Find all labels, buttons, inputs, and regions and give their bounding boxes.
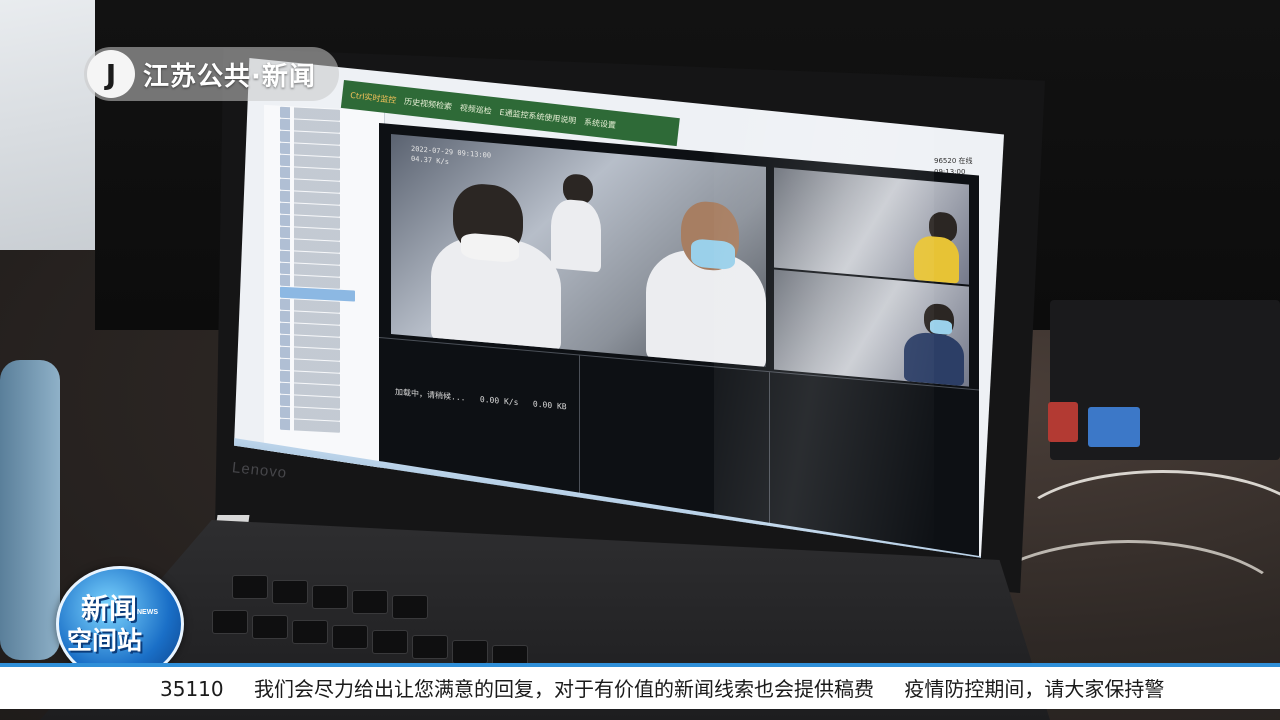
news-ticker: 35110 我们会尽力给出让您满意的回复，对于有价值的新闻线索也会提供稿费 疫情… — [0, 663, 1280, 709]
keyboard-key — [292, 620, 328, 644]
keyboard-key — [252, 615, 288, 639]
red-sticker — [1048, 402, 1078, 442]
channel-logo-mark: J — [87, 50, 135, 98]
photo-scene: Ctrl实时监控 历史视频检索 视频巡检 E通监控系统使用说明 系统设置 965… — [0, 0, 1280, 720]
keyboard-key — [212, 610, 248, 634]
menu-item-settings[interactable]: 系统设置 — [584, 116, 617, 131]
vehicle-tree-panel — [264, 104, 385, 492]
ticker-segment: 我们会尽力给出让您满意的回复，对于有价值的新闻线索也会提供稿费 — [253, 677, 874, 701]
screen-glare — [714, 58, 934, 558]
program-badge-subtitle: 空间站 — [67, 626, 143, 655]
person-arm — [0, 360, 60, 660]
ticker-segment: 疫情防控期间，请大家保持警 — [904, 677, 1165, 701]
menu-item-history[interactable]: 历史视频检索 — [404, 95, 453, 111]
intel-sticker — [1088, 407, 1140, 447]
menu-item-live[interactable]: Ctrl实时监控 — [350, 89, 397, 105]
channel-logo-text: 江苏公共·新闻 — [143, 61, 316, 92]
keyboard-key — [452, 640, 488, 664]
program-badge-news-label: NEWS — [137, 609, 158, 616]
camera-overlay: 2022-07-29 09:13:00 04.37 K/s — [411, 144, 491, 171]
keyboard-key — [272, 580, 308, 604]
camera-feed-driver[interactable]: 2022-07-29 09:13:00 04.37 K/s — [391, 134, 766, 367]
keyboard-key — [392, 595, 428, 619]
menu-item-manual[interactable]: E通监控系统使用说明 — [499, 106, 577, 126]
keyboard-key — [412, 635, 448, 659]
ticker-segment: 35110 — [160, 677, 224, 701]
keyboard-key — [232, 575, 268, 599]
keyboard-key — [352, 590, 388, 614]
paper-document — [0, 0, 105, 250]
tree-item[interactable] — [280, 418, 340, 433]
desktop-pc-case — [1050, 300, 1280, 460]
keyboard-key — [372, 630, 408, 654]
loading-status: 加载中，请稍候... 0.00 K/s 0.00 KB — [395, 387, 567, 412]
menu-item-inspection[interactable]: 视频巡检 — [459, 102, 492, 117]
keyboard-key — [332, 625, 368, 649]
channel-logo: J 江苏公共·新闻 — [84, 47, 339, 101]
standing-person — [551, 198, 601, 273]
status-line: 96520 在线 — [934, 157, 973, 165]
ticker-track: 35110 我们会尽力给出让您满意的回复，对于有价值的新闻线索也会提供稿费 疫情… — [160, 673, 1188, 702]
keyboard-key — [312, 585, 348, 609]
